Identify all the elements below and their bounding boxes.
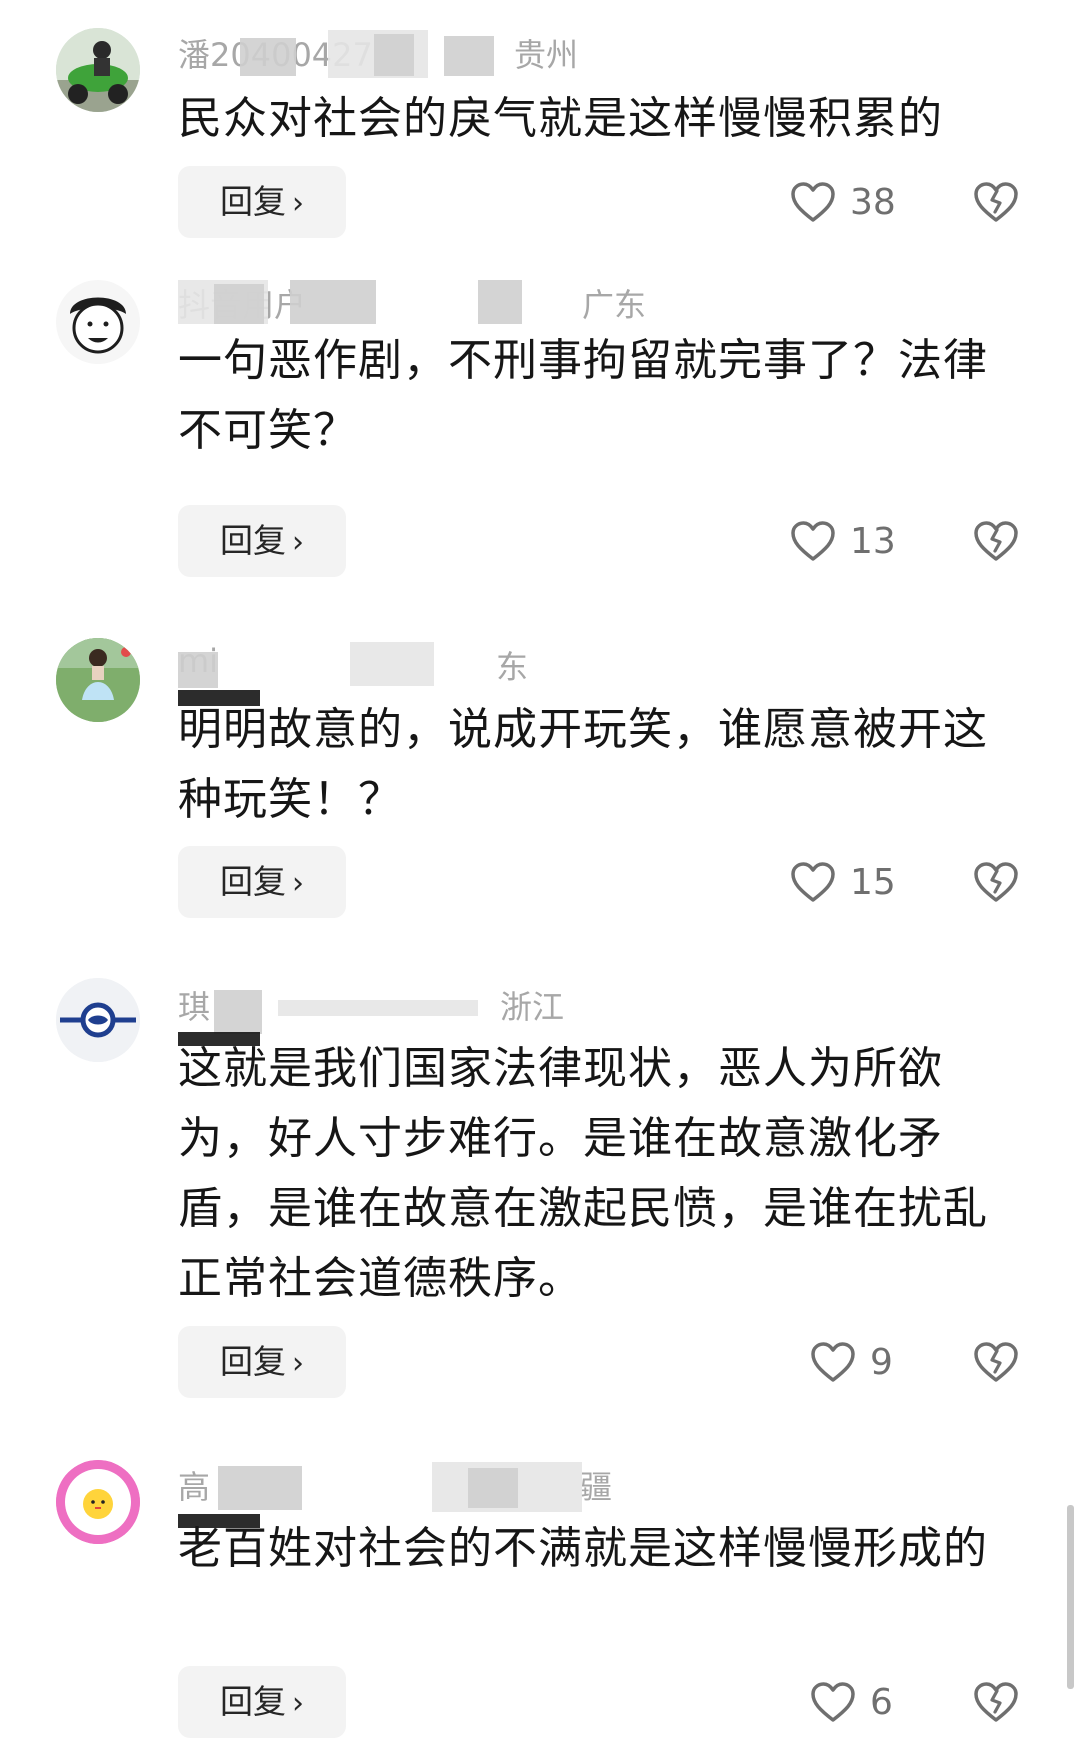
avatar[interactable] bbox=[56, 1460, 140, 1544]
like-count: 6 bbox=[870, 1681, 893, 1723]
privacy-blur bbox=[468, 1468, 518, 1508]
reply-button[interactable]: 回复 › bbox=[178, 1666, 346, 1738]
heart-icon bbox=[811, 1682, 855, 1722]
scrollbar[interactable] bbox=[1067, 1505, 1074, 1689]
avatar-fried-egg-icon bbox=[56, 1460, 140, 1544]
chevron-right-icon: › bbox=[292, 1686, 304, 1721]
comment-item: 高 疆 老百姓对社会的不满就是这样慢慢形成的 回复 › 6 bbox=[0, 0, 1080, 1738]
like-button[interactable]: 6 bbox=[810, 1672, 893, 1732]
comment-text: 老百姓对社会的不满就是这样慢慢形成的 bbox=[178, 1523, 988, 1574]
privacy-blur bbox=[218, 1466, 302, 1510]
broken-heart-icon[interactable] bbox=[973, 1679, 1019, 1725]
username[interactable]: 高 bbox=[178, 1462, 210, 1508]
comment-meta: 高 疆 bbox=[178, 1462, 628, 1528]
reply-label: 回复 bbox=[220, 1682, 286, 1721]
region-label: 疆 bbox=[580, 1468, 613, 1506]
